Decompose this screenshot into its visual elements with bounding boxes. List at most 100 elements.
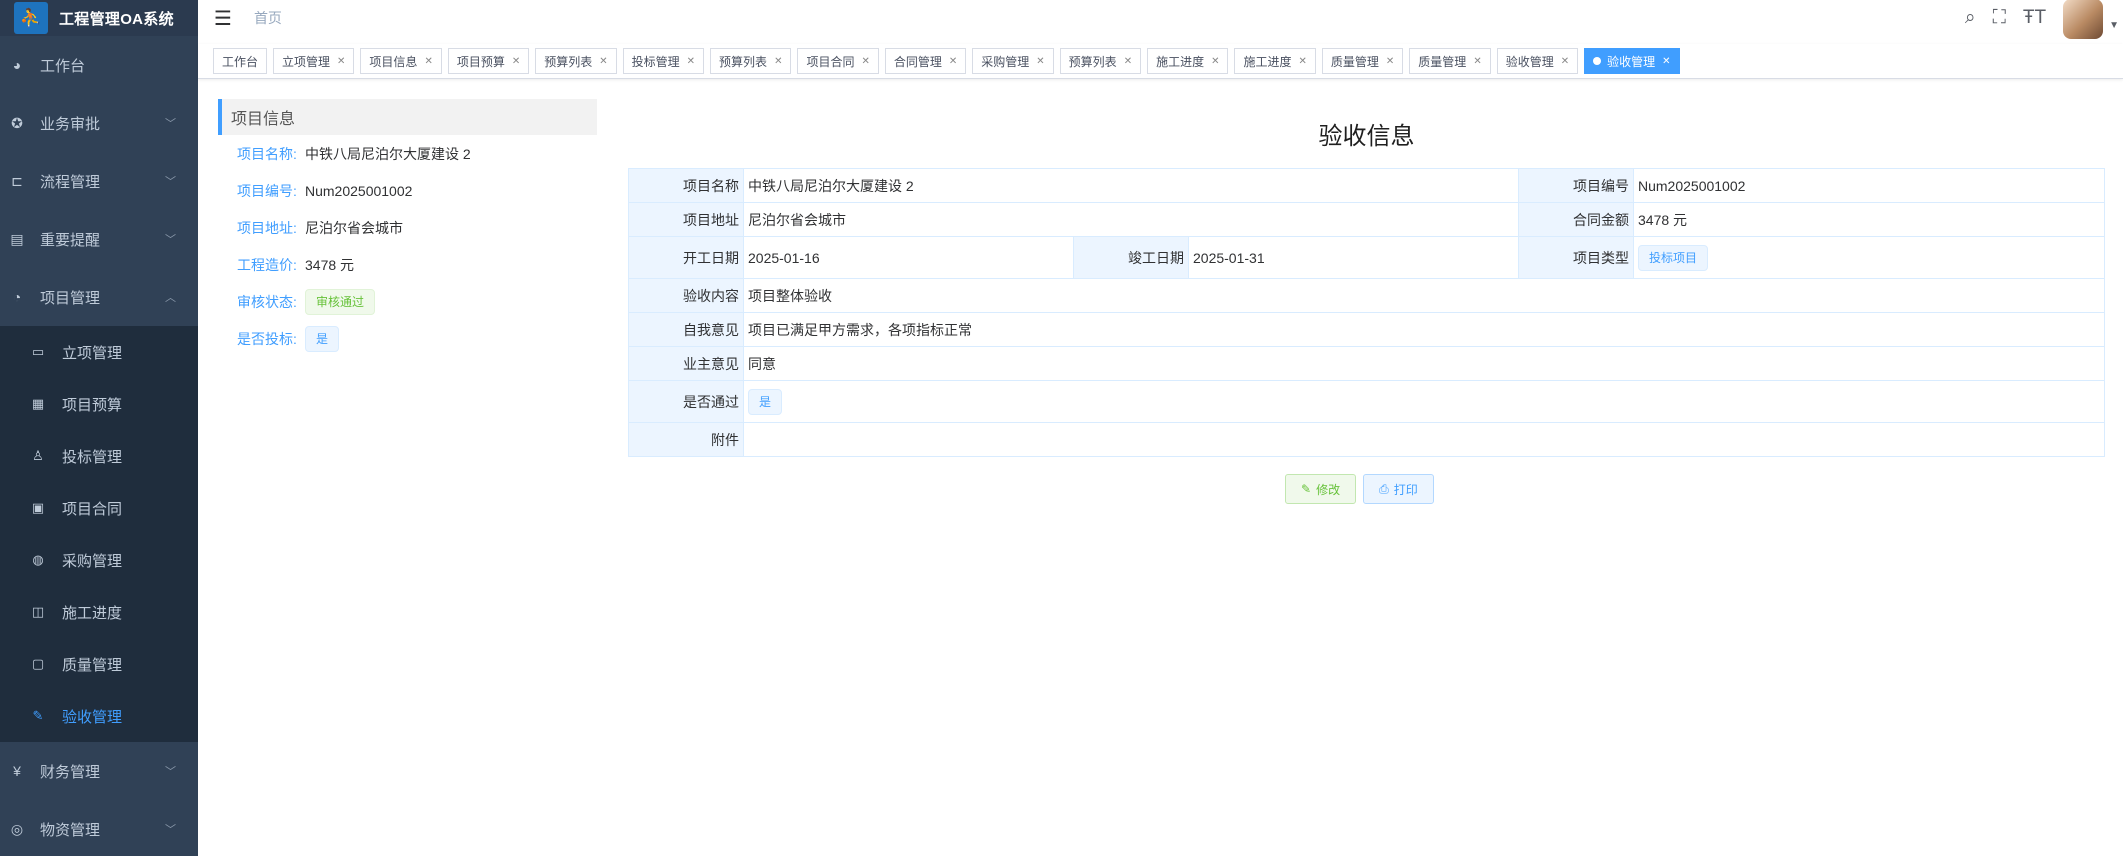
- sidebar-item-finance[interactable]: ¥ 财务管理 ﹀: [0, 742, 198, 800]
- close-icon[interactable]: ✕: [774, 56, 782, 67]
- sidebar-item-progress[interactable]: ◫ 施工进度: [0, 586, 198, 638]
- sidebar-item-label: 施工进度: [62, 604, 123, 622]
- table-row: 业主意见 同意: [628, 346, 2105, 381]
- close-icon[interactable]: ✕: [687, 56, 695, 67]
- edit-icon: ✎: [32, 708, 44, 723]
- edit-button[interactable]: ✎ 修改: [1285, 474, 1357, 504]
- sidebar-item-project[interactable]: ◔ 项目管理 ︿: [0, 268, 198, 326]
- app-title: 工程管理OA系统: [59, 10, 174, 28]
- info-value: 是: [305, 325, 340, 352]
- font-size-icon[interactable]: ŦT: [2023, 7, 2046, 29]
- sidebar-item-purchase[interactable]: ◍ 采购管理: [0, 534, 198, 586]
- close-icon[interactable]: ✕: [1386, 56, 1394, 67]
- tab-item[interactable]: 预算列表 ✕: [1059, 48, 1142, 74]
- table-row: 是否通过 是: [628, 380, 2105, 423]
- cell-value: 同意: [743, 346, 2105, 381]
- status-badge: 审核通过: [305, 288, 376, 315]
- search-icon[interactable]: ⌕: [1965, 7, 1976, 29]
- close-icon[interactable]: ✕: [1662, 56, 1670, 67]
- tab-label: 项目合同: [806, 54, 855, 69]
- tab-item[interactable]: 预算列表 ✕: [710, 48, 792, 74]
- sidebar-item-dashboard[interactable]: ◕ 工作台: [0, 36, 198, 94]
- sidebar: ⛹ 工程管理OA系统 ◕ 工作台 ✪ 业务审批 ﹀ ⊏ 流程管理 ﹀ ▤ 重要提…: [0, 0, 198, 856]
- sidebar-item-contract[interactable]: ▣ 项目合同: [0, 482, 198, 534]
- close-icon[interactable]: ✕: [1473, 56, 1481, 67]
- tab-item[interactable]: 预算列表 ✕: [535, 48, 617, 74]
- sidebar-item-budget[interactable]: ▦ 项目预算: [0, 378, 198, 430]
- tab-item[interactable]: 采购管理 ✕: [972, 48, 1054, 74]
- close-icon[interactable]: ✕: [424, 56, 432, 67]
- hamburger-icon[interactable]: ☰: [214, 6, 232, 31]
- close-icon[interactable]: ✕: [1299, 56, 1307, 67]
- table-row: 附件: [628, 422, 2105, 457]
- cell-value: 尼泊尔省会城市: [743, 202, 1519, 237]
- cell-value: 是: [743, 380, 2105, 423]
- tab-active[interactable]: 验收管理 ✕: [1584, 48, 1680, 74]
- table-row: 项目名称 中铁八局尼泊尔大厦建设 2 项目编号 Num2025001002: [628, 168, 2105, 203]
- tab-item[interactable]: 质量管理 ✕: [1409, 48, 1491, 74]
- fullscreen-icon[interactable]: ⛶: [1993, 7, 2006, 29]
- close-icon[interactable]: ✕: [1036, 56, 1044, 67]
- cell-value: 投标项目: [1633, 236, 2105, 279]
- sidebar-item-bidding[interactable]: ♙ 投标管理: [0, 430, 198, 482]
- breadcrumb[interactable]: 首页: [254, 8, 282, 28]
- tab-item[interactable]: 验收管理 ✕: [1496, 48, 1579, 74]
- tab-item[interactable]: 项目预算 ✕: [447, 48, 530, 74]
- caret-down-icon[interactable]: ▼: [2109, 20, 2119, 31]
- close-icon[interactable]: ✕: [861, 56, 869, 67]
- material-icon: ◎: [10, 820, 24, 837]
- project-info-panel: 项目信息 项目名称: 中铁八局尼泊尔大厦建设 2 项目编号: Num202500…: [218, 99, 597, 357]
- sidebar-item-label: 验收管理: [62, 708, 123, 726]
- tab-item[interactable]: 项目信息 ✕: [360, 48, 442, 74]
- tab-item[interactable]: 投标管理 ✕: [622, 48, 705, 74]
- bid-icon: ♙: [32, 448, 44, 463]
- tab-workbench[interactable]: 工作台: [213, 48, 268, 74]
- tab-label: 项目预算: [456, 54, 505, 69]
- info-value: 3478 元: [305, 256, 355, 273]
- tab-label: 预算列表: [719, 54, 768, 69]
- info-label: 审核状态:: [237, 293, 297, 310]
- sidebar-item-approval-setup[interactable]: ▭ 立项管理: [0, 326, 198, 378]
- tab-item[interactable]: 施工进度 ✕: [1234, 48, 1316, 74]
- tab-item[interactable]: 项目合同 ✕: [797, 48, 879, 74]
- sidebar-item-flow[interactable]: ⊏ 流程管理 ﹀: [0, 152, 198, 210]
- close-icon[interactable]: ✕: [512, 56, 520, 67]
- close-icon[interactable]: ✕: [599, 56, 607, 67]
- tab-item[interactable]: 质量管理 ✕: [1321, 48, 1404, 74]
- sidebar-item-approval[interactable]: ✪ 业务审批 ﹀: [0, 94, 198, 152]
- printer-icon: ⎙: [1379, 481, 1389, 496]
- sidebar-item-material[interactable]: ◎ 物资管理 ﹀: [0, 800, 198, 856]
- attachment-cell[interactable]: [743, 422, 2105, 457]
- sidebar-item-reminder[interactable]: ▤ 重要提醒 ﹀: [0, 210, 198, 268]
- edit-icon: ✎: [1301, 482, 1312, 496]
- sidebar-item-label: 工作台: [40, 57, 86, 75]
- info-row-cost: 工程造价: 3478 元: [218, 246, 597, 283]
- close-icon[interactable]: ✕: [949, 56, 957, 67]
- table-row: 自我意见 项目已满足甲方需求，各项指标正常: [628, 312, 2105, 347]
- project-submenu: ▭ 立项管理 ▦ 项目预算 ♙ 投标管理 ▣ 项目合同 ◍ 采购管理 ◫ 施工进…: [0, 326, 198, 742]
- close-icon[interactable]: ✕: [1211, 56, 1219, 67]
- avatar[interactable]: [2063, 0, 2104, 39]
- cell-value: Num2025001002: [1633, 168, 2105, 203]
- cell-label: 项目名称: [628, 168, 744, 203]
- chevron-down-icon: ﹀: [165, 234, 176, 246]
- tab-item[interactable]: 立项管理 ✕: [273, 48, 355, 74]
- info-label: 项目名称:: [237, 145, 297, 162]
- pass-badge: 是: [748, 388, 783, 415]
- info-label: 工程造价:: [237, 256, 297, 273]
- document-icon: ▣: [31, 500, 45, 515]
- tab-item[interactable]: 合同管理 ✕: [884, 48, 967, 74]
- sidebar-item-acceptance[interactable]: ✎ 验收管理: [0, 690, 198, 742]
- close-icon[interactable]: ✕: [337, 56, 345, 67]
- close-icon[interactable]: ✕: [1124, 56, 1132, 67]
- print-button[interactable]: ⎙ 打印: [1363, 474, 1434, 504]
- close-icon[interactable]: ✕: [1561, 56, 1569, 67]
- tab-item[interactable]: 施工进度 ✕: [1147, 48, 1229, 74]
- info-label: 项目编号:: [237, 182, 297, 199]
- sidebar-item-quality[interactable]: ▢ 质量管理: [0, 638, 198, 690]
- info-row-address: 项目地址: 尼泊尔省会城市: [218, 209, 597, 246]
- cell-value: 项目已满足甲方需求，各项指标正常: [743, 312, 2105, 347]
- logo-bar[interactable]: ⛹ 工程管理OA系统: [0, 0, 198, 36]
- approval-icon: ✪: [11, 114, 23, 131]
- type-badge: 投标项目: [1638, 244, 1709, 271]
